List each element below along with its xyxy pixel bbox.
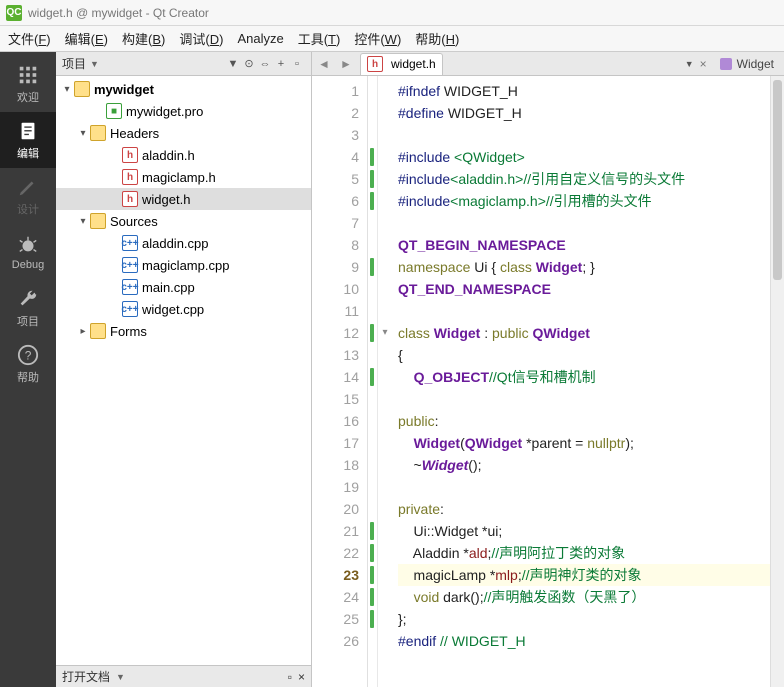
svg-text:?: ? xyxy=(25,348,32,362)
tree-label: widget.cpp xyxy=(142,302,204,317)
question-icon: ? xyxy=(17,344,39,366)
menu-debug[interactable]: 调试(D) xyxy=(179,29,223,48)
folder-icon xyxy=(90,323,106,339)
header-file-icon: h xyxy=(367,56,383,72)
project-panel: 项目 ▼ ▼ ⊙ ⇔ + ▫ ▾ mywidget ■ mywidget.pro ▾ He… xyxy=(56,52,312,687)
cpp-icon: c++ xyxy=(122,301,138,317)
panel-header: 项目 ▼ ▼ ⊙ ⇔ + ▫ xyxy=(56,52,311,76)
mode-welcome[interactable]: 欢迎 xyxy=(0,56,56,112)
code-content[interactable]: #ifndef WIDGET_H#define WIDGET_H #includ… xyxy=(392,76,770,687)
nav-back-icon[interactable]: ◄ xyxy=(316,56,332,72)
sync-icon[interactable]: ⊙ xyxy=(241,56,257,72)
expand-icon[interactable]: ▾ xyxy=(60,84,74,95)
filter-icon[interactable]: ▼ xyxy=(225,56,241,72)
scrollbar[interactable] xyxy=(770,76,784,687)
title-bar: QC widget.h @ mywidget - Qt Creator xyxy=(0,0,784,26)
menu-analyze[interactable]: Analyze xyxy=(237,31,283,46)
tree-item-headers[interactable]: ▾ Headers xyxy=(56,122,311,144)
mode-debug[interactable]: Debug xyxy=(0,224,56,280)
folder-icon xyxy=(90,213,106,229)
folder-icon xyxy=(74,81,90,97)
tree-item-root[interactable]: ▾ mywidget xyxy=(56,78,311,100)
h-icon: h xyxy=(122,191,138,207)
menu-bar: 文件(F) 编辑(E) 构建(B) 调试(D) Analyze 工具(T) 控件… xyxy=(0,26,784,52)
expand-icon[interactable]: ▸ xyxy=(76,326,90,337)
document-icon xyxy=(17,120,39,142)
editor-toolbar: ◄ ► h widget.h ▼ × Widget xyxy=(312,52,784,76)
tree-label: Forms xyxy=(110,324,147,339)
split-icon[interactable]: ▫ xyxy=(289,56,305,72)
nav-forward-icon[interactable]: ► xyxy=(338,56,354,72)
panel-title: 项目 xyxy=(62,55,86,72)
tree-label: aladdin.cpp xyxy=(142,236,209,251)
mode-projects[interactable]: 项目 xyxy=(0,280,56,336)
scrollbar-thumb[interactable] xyxy=(773,80,782,280)
tree-item-c2[interactable]: c++ magiclamp.cpp xyxy=(56,254,311,276)
link-icon[interactable]: ⇔ xyxy=(257,56,273,72)
tree-item-h1[interactable]: h aladdin.h xyxy=(56,144,311,166)
tree-label: widget.h xyxy=(142,192,190,207)
menu-tools[interactable]: 工具(T) xyxy=(298,29,341,48)
tree-item-h3[interactable]: h widget.h xyxy=(56,188,311,210)
symbol-context[interactable]: Widget xyxy=(713,57,780,71)
pencil-icon xyxy=(17,176,39,198)
project-tree[interactable]: ▾ mywidget ■ mywidget.pro ▾ Headers h aladdin.h… xyxy=(56,76,311,665)
tree-label: magiclamp.cpp xyxy=(142,258,229,273)
menu-widgets[interactable]: 控件(W) xyxy=(354,29,401,48)
panel-footer: 打开文档 ▼ ▫ × xyxy=(56,665,311,687)
expand-icon[interactable]: ▾ xyxy=(76,128,90,139)
grid-icon xyxy=(17,64,39,86)
cpp-icon: c++ xyxy=(122,279,138,295)
tab-filename: widget.h xyxy=(391,57,436,71)
file-tab[interactable]: h widget.h xyxy=(360,53,443,75)
chevron-down-icon[interactable]: ▼ xyxy=(685,59,694,69)
line-numbers: 1234567891011121314151617181920212223242… xyxy=(312,76,368,687)
close-icon[interactable]: × xyxy=(700,57,707,71)
app-logo-icon: QC xyxy=(6,5,22,21)
split-icon[interactable]: ▫ xyxy=(288,670,292,684)
open-documents-label[interactable]: 打开文档 xyxy=(62,668,110,685)
add-icon[interactable]: + xyxy=(273,56,289,72)
cpp-icon: c++ xyxy=(122,257,138,273)
bug-icon xyxy=(17,234,39,256)
tree-label: aladdin.h xyxy=(142,148,195,163)
tree-item-pro[interactable]: ■ mywidget.pro xyxy=(56,100,311,122)
menu-build[interactable]: 构建(B) xyxy=(122,29,165,48)
cpp-icon: c++ xyxy=(122,235,138,251)
editor-pane: ◄ ► h widget.h ▼ × Widget 12345678910111… xyxy=(312,52,784,687)
tree-item-c1[interactable]: c++ aladdin.cpp xyxy=(56,232,311,254)
fold-column[interactable]: ▾ xyxy=(378,76,392,687)
mode-bar: 欢迎 编辑 设计 Debug 项目 ? 帮助 xyxy=(0,52,56,687)
tree-label: main.cpp xyxy=(142,280,195,295)
window-title: widget.h @ mywidget - Qt Creator xyxy=(28,6,209,20)
tree-item-sources[interactable]: ▾ Sources xyxy=(56,210,311,232)
mode-edit[interactable]: 编辑 xyxy=(0,112,56,168)
pro-icon: ■ xyxy=(106,103,122,119)
tree-label: Sources xyxy=(110,214,158,229)
tree-item-c3[interactable]: c++ main.cpp xyxy=(56,276,311,298)
chevron-down-icon[interactable]: ▼ xyxy=(90,59,99,69)
wrench-icon xyxy=(17,288,39,310)
expand-icon[interactable]: ▾ xyxy=(76,216,90,227)
tree-label: Headers xyxy=(110,126,159,141)
tree-item-h2[interactable]: h magiclamp.h xyxy=(56,166,311,188)
folder-icon xyxy=(90,125,106,141)
menu-file[interactable]: 文件(F) xyxy=(8,29,51,48)
code-area[interactable]: 1234567891011121314151617181920212223242… xyxy=(312,76,784,687)
mode-help[interactable]: ? 帮助 xyxy=(0,336,56,392)
class-icon xyxy=(719,57,733,71)
close-icon[interactable]: × xyxy=(298,670,305,684)
menu-edit[interactable]: 编辑(E) xyxy=(65,29,108,48)
h-icon: h xyxy=(122,147,138,163)
tree-item-c4[interactable]: c++ widget.cpp xyxy=(56,298,311,320)
h-icon: h xyxy=(122,169,138,185)
change-marks xyxy=(368,76,378,687)
chevron-down-icon[interactable]: ▼ xyxy=(116,672,125,682)
tree-label: mywidget xyxy=(94,82,154,97)
tree-label: magiclamp.h xyxy=(142,170,216,185)
menu-help[interactable]: 帮助(H) xyxy=(415,29,459,48)
tree-item-forms[interactable]: ▸ Forms xyxy=(56,320,311,342)
mode-design[interactable]: 设计 xyxy=(0,168,56,224)
tree-label: mywidget.pro xyxy=(126,104,203,119)
